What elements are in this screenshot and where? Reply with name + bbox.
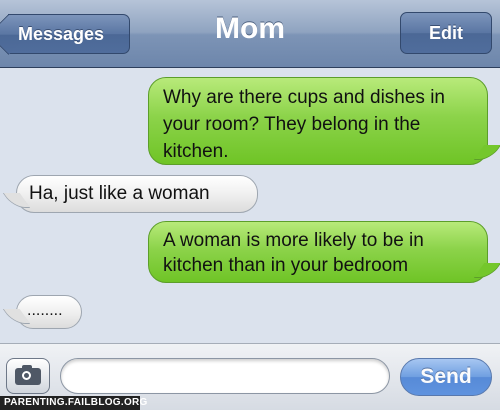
message-input[interactable] [60,358,390,394]
message-bubble-outgoing[interactable]: A woman is more likely to be in kitchen … [148,221,488,283]
send-button[interactable]: Send [400,358,492,396]
message-bubble-incoming[interactable]: Ha, just like a woman [16,175,258,213]
conversation-thread[interactable]: Why are there cups and dishes in your ro… [0,69,500,341]
navigation-bar: Messages Mom Edit [0,0,500,68]
site-watermark: PARENTING.FAILBLOG.ORG [0,396,147,410]
camera-button[interactable] [6,358,50,394]
message-bubble-incoming[interactable]: ........ [16,295,82,329]
message-bubble-outgoing[interactable]: Why are there cups and dishes in your ro… [148,77,488,165]
edit-button[interactable]: Edit [400,12,492,54]
